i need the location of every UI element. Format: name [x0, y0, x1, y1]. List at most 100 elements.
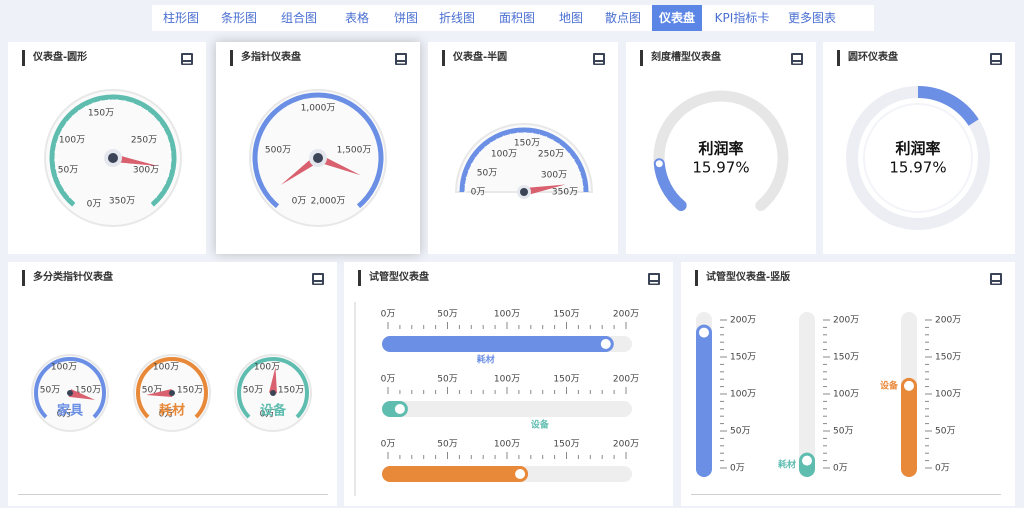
category-label: 设备 — [260, 403, 287, 419]
card-half-gauge: 仪表盘-半圆 0万 50万 100万 150万 250万 300万 350万 — [428, 42, 618, 254]
gauge-bezel — [454, 123, 594, 193]
tick-label: 50万 — [730, 427, 750, 437]
tick-label: 0万 — [87, 200, 102, 210]
tick-label: 300万 — [541, 171, 567, 181]
card-round-gauge: 仪表盘-圆形 0万 50万 100万 150万 250万 300万 350万 — [8, 42, 206, 254]
tick-label: 150万 — [514, 139, 540, 149]
tick-label: 0万 — [381, 440, 396, 450]
tick-label: 300万 — [133, 166, 159, 176]
tick-label: 0万 — [381, 310, 396, 320]
needle-hub — [520, 188, 528, 196]
nav-tab[interactable]: 饼图 — [384, 5, 428, 31]
tube-track — [799, 312, 815, 477]
nav-tab[interactable]: 散点图 — [594, 5, 652, 31]
category-label: 耗材 — [477, 354, 495, 366]
tick-label: 100万 — [494, 440, 520, 450]
tube-handle — [697, 325, 711, 340]
tick-label: 250万 — [131, 136, 157, 146]
tick-label: 500万 — [265, 146, 291, 156]
tube-track — [382, 401, 632, 417]
tick-label: 150万 — [553, 375, 579, 385]
tick-label: 0万 — [935, 464, 950, 474]
tube-handle — [513, 467, 528, 481]
needle-hub — [108, 153, 118, 163]
tube-handle — [598, 337, 613, 351]
category-label: 家具 — [57, 403, 83, 419]
nav-tab[interactable]: 地图 — [548, 5, 594, 31]
tube-handle — [800, 453, 814, 468]
tick-label: 50万 — [40, 386, 60, 396]
tube-handle — [392, 402, 407, 416]
tick-label: 200万 — [613, 310, 639, 320]
nav-tab[interactable]: 折线图 — [428, 5, 486, 31]
tick-label: 100万 — [494, 310, 520, 320]
needle-hub — [169, 390, 175, 396]
tick-label: 50万 — [935, 427, 955, 437]
tick-label: 50万 — [58, 166, 78, 176]
tick-label: 350万 — [109, 197, 135, 207]
tick-label: 100万 — [254, 363, 280, 373]
tick-label: 0万 — [833, 464, 848, 474]
tick-label: 250万 — [538, 150, 564, 160]
gauge-value: 15.97% — [889, 159, 946, 177]
tick-label: 50万 — [437, 375, 457, 385]
nav-tab[interactable]: KPI指标卡 — [702, 5, 782, 31]
tick-label: 150万 — [278, 386, 304, 396]
half-gauge-chart: 0万 50万 100万150万250万 300万 350万 — [454, 123, 594, 199]
tick-label: 100万 — [491, 150, 517, 160]
divider — [18, 494, 328, 495]
nav-tab[interactable]: 面积图 — [486, 5, 548, 31]
gauge-value: 15.97% — [692, 159, 749, 177]
card-tube-gauge: 试管型仪表盘 0万 50万 100万 150万 200万 耗材 0万 50万 100万 150万 2… — [344, 262, 673, 506]
ring-gauge-chart: 利润率15.97% — [846, 86, 990, 230]
card-multi-needle-gauge: 多指针仪表盘 0万 500万 1,000万 1,500万 2,000万 — [216, 42, 420, 254]
gauge-tick — [465, 176, 469, 179]
tick-label: 0万 — [292, 197, 307, 207]
tick-label: 100万 — [51, 363, 77, 373]
tube-handle — [902, 378, 916, 393]
multi-needle-gauge-chart: 0万 500万 1,000万 1,500万 2,000万 — [249, 89, 387, 227]
needle-hub — [67, 390, 73, 396]
tick-label: 1,000万 — [301, 104, 336, 114]
tick-label: 0万 — [381, 375, 396, 385]
tick-label: 100万 — [833, 390, 859, 400]
tick-label: 50万 — [437, 440, 457, 450]
tick-label: 50万 — [477, 169, 497, 179]
nav-tab[interactable]: 更多图表 — [782, 5, 842, 31]
tick-label: 350万 — [552, 188, 578, 198]
category-label: 耗材 — [778, 459, 796, 471]
category-label: 耗材 — [159, 403, 185, 419]
gauge-tick — [510, 133, 512, 137]
tick-label: 50万 — [437, 310, 457, 320]
gauge-tick — [579, 179, 583, 181]
tick-label: 150万 — [935, 353, 961, 363]
tick-label: 200万 — [613, 440, 639, 450]
card-tube-gauge-vertical: 试管型仪表盘-竖版 0万 50万 100万 150万 200万 0万 50万 100万 150万… — [681, 262, 1015, 506]
tick-label: 50万 — [833, 427, 853, 437]
nav-tab[interactable]: 柱形图 — [152, 5, 210, 31]
nav-tab[interactable]: 组合图 — [268, 5, 330, 31]
nav-tab[interactable]: 仪表盘 — [652, 5, 702, 31]
needle-hub — [270, 390, 276, 396]
tick-label: 200万 — [833, 316, 859, 326]
category-label: 设备 — [880, 380, 899, 392]
tick-label: 150万 — [177, 386, 203, 396]
tube-gauge-chart: 0万 50万 100万 150万 200万耗材0万 50万 100万 150万 200万设备0万… — [354, 302, 639, 496]
nav-tab[interactable]: 条形图 — [210, 5, 268, 31]
card-scale-gauge: 刻度槽型仪表盘 利润率 15.97% — [626, 42, 816, 254]
tick-label: 150万 — [833, 353, 859, 363]
nav-tab[interactable]: 表格 — [330, 5, 384, 31]
tube-fill — [382, 336, 614, 352]
tick-label: 100万 — [153, 363, 179, 373]
gauge-handle — [655, 160, 663, 168]
tick-label: 200万 — [730, 316, 756, 326]
gauge-label: 利润率 — [698, 140, 743, 158]
tick-label: 150万 — [730, 353, 756, 363]
tube-gauge-vertical-chart: 0万 50万 100万 150万 200万 0万 50万 100万 150万 200万耗材 0万 50… — [696, 312, 961, 477]
ring-fill — [917, 86, 979, 126]
card-ring-gauge: 圆环仪表盘 利润率 15.97% — [823, 42, 1015, 254]
tick-label: 0万 — [471, 188, 486, 198]
chart-type-nav: 柱形图 条形图 组合图 表格 饼图 折线图 面积图 地图 散点图 仪表盘 KPI指标卡 更多图表 — [152, 5, 874, 31]
tick-label: 150万 — [553, 440, 579, 450]
tick-label: 150万 — [88, 109, 114, 119]
